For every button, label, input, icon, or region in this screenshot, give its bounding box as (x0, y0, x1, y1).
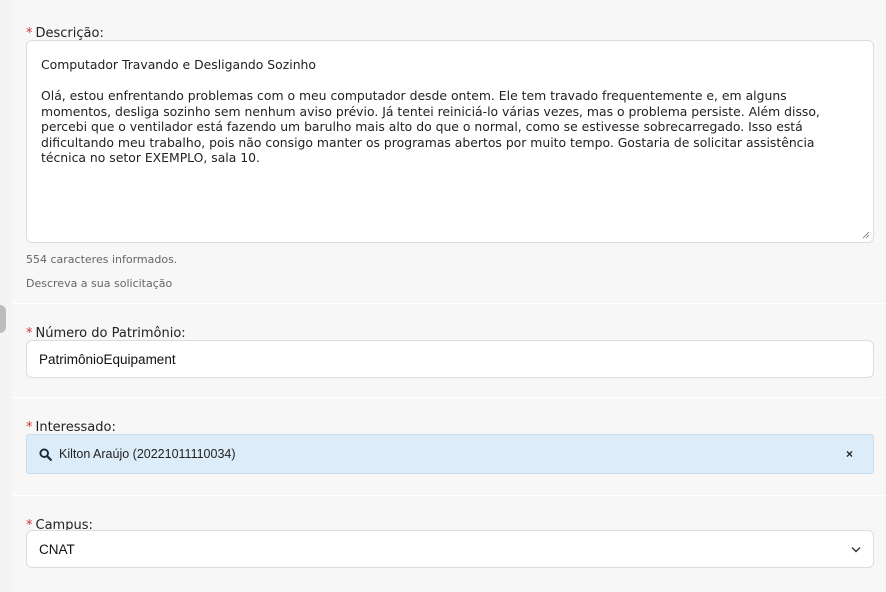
clear-selection-button[interactable]: × (846, 447, 853, 461)
interessado-label-text: Interessado: (35, 420, 116, 435)
patrimonio-value: PatrimônioEquipament (39, 351, 176, 367)
interessado-value: Kilton Araújo (20221011110034) (59, 447, 236, 461)
patrimonio-label: * Número do Patrimônio: (26, 326, 186, 341)
divider (12, 303, 886, 304)
interessado-label: * Interessado: (26, 420, 116, 435)
descricao-label-text: Descrição: (35, 26, 104, 41)
search-icon (39, 447, 52, 461)
patrimonio-input[interactable]: PatrimônioEquipament (26, 340, 874, 378)
interessado-select[interactable]: Kilton Araújo (20221011110034) × (26, 434, 874, 474)
chevron-down-icon (851, 546, 861, 552)
char-count: 554 caracteres informados. (26, 253, 178, 266)
campus-selected-value: CNAT (39, 541, 75, 557)
descricao-body-text: Olá, estou enfrentando problemas com o m… (41, 88, 820, 165)
descricao-label: * Descrição: (26, 26, 104, 41)
descricao-help-text: Descreva a sua solicitação (26, 277, 173, 290)
resize-grip-icon[interactable] (862, 231, 870, 239)
campus-select[interactable]: CNAT (26, 530, 874, 568)
divider (12, 397, 886, 398)
patrimonio-label-text: Número do Patrimônio: (35, 326, 186, 341)
descricao-title-line: Computador Travando e Desligando Sozinho (41, 57, 316, 72)
descricao-textarea[interactable]: Computador Travando e Desligando Sozinho… (26, 40, 874, 243)
divider (12, 495, 886, 496)
side-tab-handle[interactable] (0, 305, 6, 333)
